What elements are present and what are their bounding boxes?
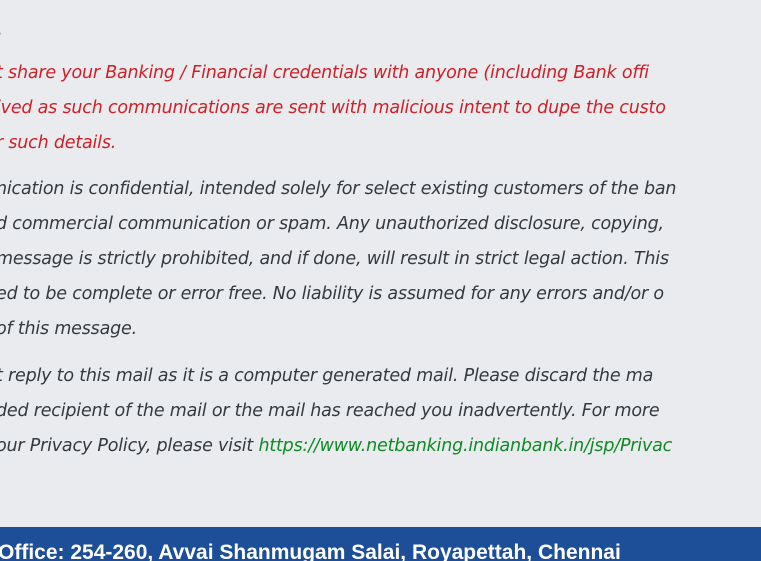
privacy-prefix: our Privacy Policy, please visit <box>0 436 259 456</box>
confidential-line: of this message. <box>0 319 137 339</box>
confidential-line: message is strictly prohibited, and if d… <box>0 249 669 269</box>
reply-line: ded recipient of the mail or the mail ha… <box>0 401 660 421</box>
notice-heading: : <box>0 26 2 48</box>
warning-line: ived as such communications are sent wit… <box>0 98 666 118</box>
footer-bar: Office: 254-260, Avvai Shanmugam Salai, … <box>0 527 761 561</box>
privacy-line: our Privacy Policy, please visit https:/… <box>0 435 672 457</box>
email-footer-notice: : t share your Banking / Financial crede… <box>0 0 761 561</box>
confidential-line: ed to be complete or error free. No liab… <box>0 284 664 304</box>
confidential-line: d commercial communication or spam. Any … <box>0 214 664 234</box>
reply-line: t reply to this mail as it is a computer… <box>0 366 654 386</box>
warning-line: t share your Banking / Financial credent… <box>0 63 649 83</box>
warning-line: r such details. <box>0 133 117 153</box>
footer-address: Office: 254-260, Avvai Shanmugam Salai, … <box>0 541 621 561</box>
confidential-line: nication is confidential, intended solel… <box>0 179 677 199</box>
privacy-policy-link[interactable]: https://www.netbanking.indianbank.in/jsp… <box>258 436 672 456</box>
